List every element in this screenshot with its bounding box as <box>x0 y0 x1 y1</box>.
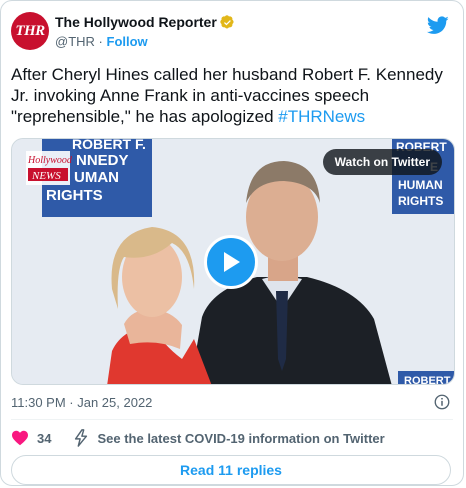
like-button[interactable]: 34 <box>11 430 51 446</box>
backdrop-left-line4: RIGHTS <box>46 187 103 204</box>
backdrop-left-line1: ROBERT F. <box>72 139 146 152</box>
play-button[interactable] <box>204 235 258 289</box>
tweet-text: After Cheryl Hines called her husband Ro… <box>11 64 451 127</box>
hashtag-link[interactable]: #THRNews <box>278 107 365 126</box>
backdrop-right-line3: HUMAN <box>398 178 443 192</box>
tweet-header: THR The Hollywood Reporter @THR · Follow <box>11 12 451 52</box>
like-count: 34 <box>37 430 52 446</box>
action-bar: 34 See the latest COVID-19 information o… <box>11 429 385 447</box>
author-handle[interactable]: @THR <box>55 34 95 49</box>
heart-icon <box>12 430 28 446</box>
info-icon[interactable] <box>433 393 451 411</box>
backdrop-right-line4: RIGHTS <box>398 194 443 208</box>
twitter-bird-icon[interactable] <box>427 14 449 36</box>
tweet-card: THR The Hollywood Reporter @THR · Follow… <box>0 0 464 486</box>
backdrop-bottom-text: ROBERT <box>404 375 451 385</box>
author-handle-row: @THR · Follow <box>55 34 148 49</box>
logo-text-top: Hollywood <box>27 155 73 166</box>
avatar[interactable]: THR <box>11 12 49 50</box>
divider <box>11 419 453 420</box>
follow-button[interactable]: Follow <box>107 34 148 49</box>
backdrop-left-line3: UMAN <box>74 169 119 186</box>
covid-info-label: See the latest COVID-19 information on T… <box>97 430 385 446</box>
tweet-body: After Cheryl Hines called her husband Ro… <box>11 65 443 126</box>
lightning-icon <box>75 429 88 447</box>
author-name-row[interactable]: The Hollywood Reporter <box>55 14 235 30</box>
covid-info-link[interactable]: See the latest COVID-19 information on T… <box>73 429 385 447</box>
verified-badge-icon <box>220 14 234 28</box>
play-icon <box>224 252 240 272</box>
watch-on-twitter-button[interactable]: Watch on Twitter <box>322 149 442 175</box>
logo-text-bottom: NEWS <box>31 170 61 182</box>
video-media[interactable]: ROBERT F. NNEDY UMAN RIGHTS ROBERT E HUM… <box>11 138 455 385</box>
read-replies-button[interactable]: Read 11 replies <box>11 455 451 485</box>
separator-dot: · <box>98 34 103 49</box>
tweet-timestamp[interactable]: 11:30 PM · Jan 25, 2022 <box>11 395 152 410</box>
backdrop-left-line2: NNEDY <box>76 152 129 169</box>
author-name[interactable]: The Hollywood Reporter <box>55 14 217 30</box>
